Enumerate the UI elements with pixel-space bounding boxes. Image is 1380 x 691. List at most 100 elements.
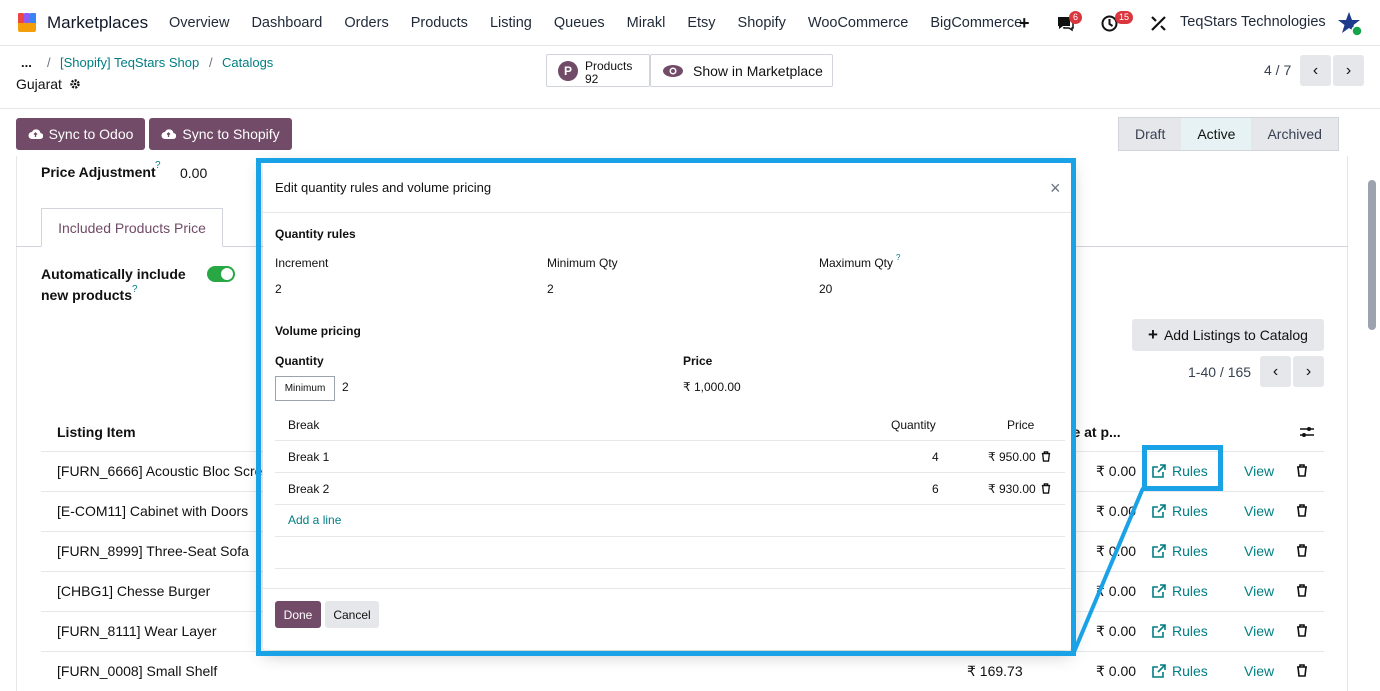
status-bar: Draft Active Archived [1118,117,1339,151]
pager-previous-button[interactable]: ‹ [1300,55,1331,86]
menu-dashboard[interactable]: Dashboard [240,15,333,31]
tab-label: Included Products Price [58,219,206,236]
menu-woocommerce[interactable]: WooCommerce [797,15,919,31]
company-name[interactable]: TeqStars Technologies [1180,14,1326,30]
trash-icon[interactable] [1296,584,1308,597]
rules-label: Rules [1172,503,1208,519]
rules-button[interactable]: Rules [1152,543,1208,559]
sync-to-shopify-button[interactable]: Sync to Shopify [149,118,292,150]
trash-icon[interactable] [1296,464,1308,477]
page-scrollbar[interactable] [1368,180,1376,330]
eye-icon [663,65,683,77]
tab-included-products-price[interactable]: Included Products Price [41,208,223,247]
user-avatar[interactable] [1338,11,1364,37]
status-active[interactable]: Active [1181,118,1252,150]
rules-button[interactable]: Rules [1152,583,1208,599]
status-archived[interactable]: Archived [1251,118,1337,150]
listing-name: [E-COM11] Cabinet with Doors [57,503,249,519]
breadcrumb-ellipsis[interactable]: ... [21,55,32,70]
chevron-right-icon: › [1305,362,1312,380]
record-pager[interactable]: 4 / 7 [1264,62,1291,78]
external-link-icon [1152,664,1166,678]
add-listings-label: Add Listings to Catalog [1163,327,1308,343]
products-stat-button[interactable]: P Products 92 [546,54,650,87]
plus-icon: + [1148,325,1158,344]
app-name[interactable]: Marketplaces [47,13,148,33]
menu-shopify[interactable]: Shopify [727,15,797,31]
rules-label: Rules [1172,663,1208,679]
rules-button[interactable]: Rules [1152,623,1208,639]
list-next-button[interactable]: › [1293,356,1324,387]
product-badge-icon: P [558,61,578,81]
table-row[interactable]: [FURN_0008] Small Shelf ₹ 169.73 ₹ 0.00 … [41,652,1324,691]
listing-name: [FURN_6666] Acoustic Bloc Scre [57,463,263,479]
chevron-right-icon: › [1345,61,1352,79]
chevron-left-icon: ‹ [1272,362,1279,380]
top-navbar: Marketplaces Overview Dashboard Orders P… [0,0,1380,46]
messages-badge: 6 [1069,11,1083,24]
listing-price: ₹ 169.73 [967,663,1023,679]
menu-bigcommerce[interactable]: BigCommerce [919,15,1033,31]
listing-name: [FURN_0008] Small Shelf [57,663,218,679]
view-button[interactable]: View [1244,463,1274,479]
menu-queues[interactable]: Queues [543,15,616,31]
menu-products[interactable]: Products [400,15,479,31]
rules-button-highlight [1142,445,1223,491]
trash-icon[interactable] [1296,544,1308,557]
column-listing-item[interactable]: Listing Item [57,424,136,440]
menu-etsy[interactable]: Etsy [676,15,726,31]
help-tooltip-icon[interactable]: ? [132,284,138,295]
pager-next-button[interactable]: › [1333,55,1364,86]
view-button[interactable]: View [1244,623,1274,639]
rules-label: Rules [1172,543,1208,559]
rules-button[interactable]: Rules [1152,663,1208,679]
breadcrumb-catalogs[interactable]: Catalogs [222,55,273,70]
list-pager[interactable]: 1-40 / 165 [1188,364,1251,380]
show-in-marketplace-label: Show in Marketplace [693,63,823,79]
view-button[interactable]: View [1244,583,1274,599]
chevron-left-icon: ‹ [1312,61,1319,79]
cloud-upload-icon [161,129,177,140]
trash-icon[interactable] [1296,624,1308,637]
main-menu: Overview Dashboard Orders Products Listi… [158,0,1033,46]
tools-icon[interactable] [1150,15,1167,32]
trash-icon[interactable] [1296,504,1308,517]
sync-to-shopify-label: Sync to Shopify [182,126,280,142]
status-draft[interactable]: Draft [1119,118,1181,150]
menu-listing[interactable]: Listing [479,15,543,31]
sync-to-odoo-button[interactable]: Sync to Odoo [16,118,145,150]
menu-overview[interactable]: Overview [158,15,240,31]
listing-name: [FURN_8111] Wear Layer [57,623,217,639]
breadcrumb-separator: / [47,55,51,70]
plus-icon[interactable]: + [1019,13,1030,34]
view-button[interactable]: View [1244,663,1274,679]
show-in-marketplace-button[interactable]: Show in Marketplace [650,54,833,87]
gear-icon[interactable] [69,78,81,90]
cloud-upload-icon [28,129,43,140]
rules-label: Rules [1172,623,1208,639]
breadcrumb-shop[interactable]: [Shopify] TeqStars Shop [60,55,199,70]
marketplaces-app-icon[interactable] [16,11,38,33]
trash-icon[interactable] [1296,664,1308,677]
auto-include-label-line2: new products [41,287,133,303]
column-settings-icon[interactable] [1299,425,1315,439]
view-button[interactable]: View [1244,503,1274,519]
add-listings-button[interactable]: + Add Listings to Catalog [1132,319,1324,351]
menu-orders[interactable]: Orders [333,15,399,31]
rules-button[interactable]: Rules [1152,503,1208,519]
auto-include-label: Automatically include [41,266,186,282]
auto-include-toggle[interactable] [207,266,235,282]
help-tooltip-icon[interactable]: ? [155,160,161,171]
breadcrumb-separator: / [209,55,213,70]
listing-compare-price: ₹ 0.00 [1096,463,1137,479]
view-button[interactable]: View [1244,543,1274,559]
control-panel-divider [0,108,1380,109]
callout-connector [1072,487,1145,653]
dialog-highlight [256,158,1076,656]
price-adjustment-value[interactable]: 0.00 [180,165,207,181]
listing-compare-price: ₹ 0.00 [1096,663,1137,679]
menu-mirakl[interactable]: Mirakl [616,15,677,31]
record-title: Gujarat [16,76,62,92]
list-previous-button[interactable]: ‹ [1260,356,1291,387]
listing-name: [CHBG1] Chesse Burger [57,583,211,599]
